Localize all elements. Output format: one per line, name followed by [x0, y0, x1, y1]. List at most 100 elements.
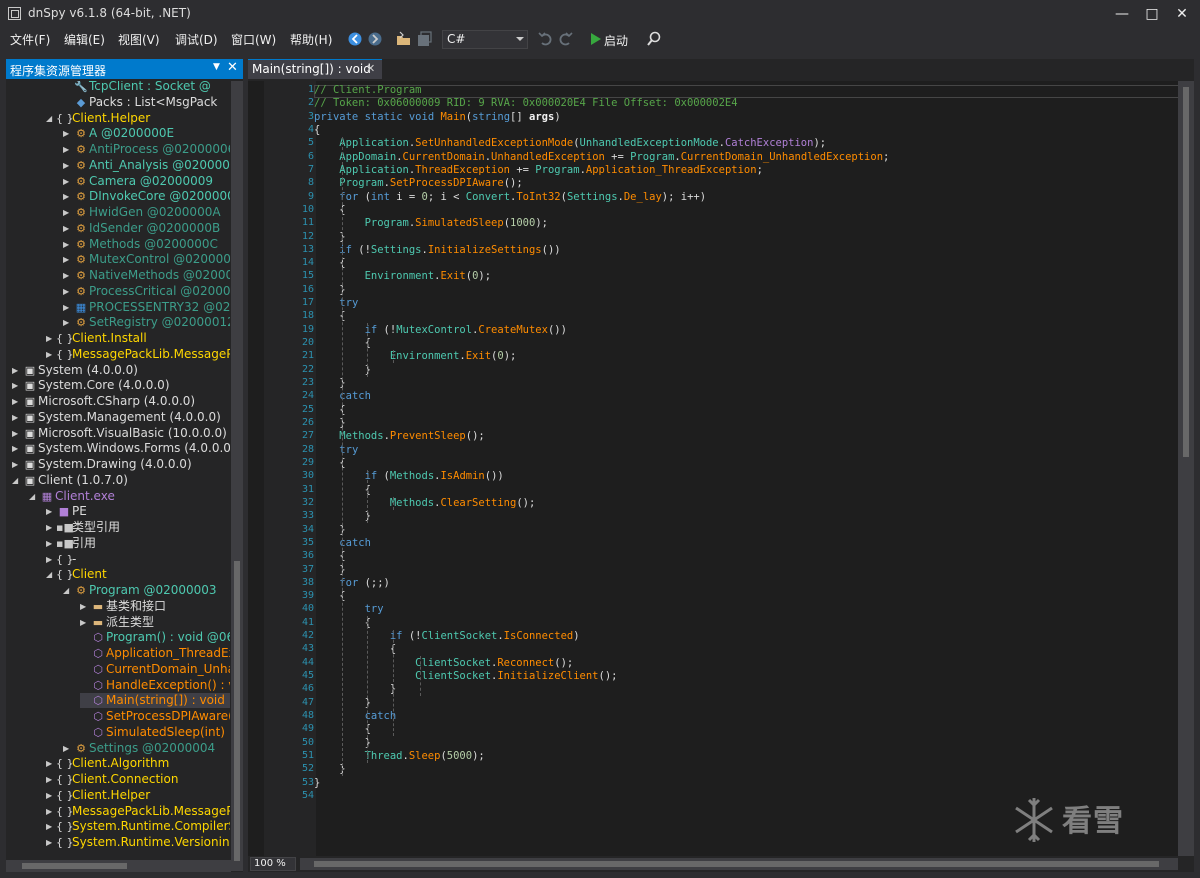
code-line[interactable]: {: [314, 309, 345, 323]
tree-node[interactable]: ▶{ }System.Runtime.CompilerSe: [46, 819, 230, 834]
back-icon[interactable]: [347, 29, 365, 49]
tree-node[interactable]: ▶{ }-: [46, 552, 230, 567]
scrollbar-thumb[interactable]: [1183, 87, 1189, 457]
expand-icon[interactable]: ▶: [12, 363, 22, 378]
expand-icon[interactable]: ▶: [46, 804, 56, 819]
tree-node[interactable]: ⬡ Application_ThreadEx: [80, 646, 230, 661]
tree-node[interactable]: ▶{ }MessagePackLib.MessageP: [46, 804, 230, 819]
forward-icon[interactable]: [367, 29, 385, 49]
expand-icon[interactable]: ▶: [63, 126, 73, 141]
menu-window[interactable]: 窗口(W): [231, 31, 276, 48]
tree-node[interactable]: ▶ ⚙ Settings @02000004: [63, 741, 230, 756]
tree-node[interactable]: ⬡ Program() : void @06: [80, 630, 230, 645]
tree-node[interactable]: ▶{ }MessagePackLib.MessageP: [46, 347, 230, 362]
expand-icon[interactable]: ▶: [12, 457, 22, 472]
tree-node[interactable]: ▶ ⚙ IdSender @0200000B: [63, 221, 230, 236]
tree-node[interactable]: ⬡ Main(string[]) : void: [80, 693, 230, 709]
maximize-icon[interactable]: □: [1140, 4, 1164, 24]
code-line[interactable]: {: [314, 203, 345, 217]
code-line[interactable]: if (!ClientSocket.IsConnected): [314, 629, 580, 643]
tree-node[interactable]: ▶ ■ PE: [46, 504, 230, 519]
code-line[interactable]: {: [314, 256, 345, 270]
expand-icon[interactable]: ▶: [63, 300, 73, 315]
code-line[interactable]: {: [314, 456, 345, 470]
tree-node[interactable]: ▶ ▣ Microsoft.VisualBasic (10.0.0.0): [12, 426, 230, 441]
editor-vertical-scrollbar[interactable]: [1178, 81, 1194, 856]
code-line[interactable]: }: [314, 776, 320, 790]
collapse-icon[interactable]: ◢: [46, 567, 56, 582]
expand-icon[interactable]: ▶: [46, 788, 56, 803]
tree-node[interactable]: ▶ ⚙ Anti_Analysis @0200000: [63, 158, 230, 173]
code-line[interactable]: ClientSocket.Reconnect();: [314, 656, 573, 670]
expand-icon[interactable]: ▶: [46, 552, 56, 567]
code-line[interactable]: try: [314, 443, 358, 457]
expand-icon[interactable]: ▶: [63, 174, 73, 189]
tree-node[interactable]: 🔧TcpClient : Socket @: [63, 81, 230, 94]
expand-icon[interactable]: ▶: [63, 252, 73, 267]
tree-node[interactable]: ▶ ⚙ HwidGen @0200000A: [63, 205, 230, 220]
code-line[interactable]: Environment.Exit(0);: [314, 269, 491, 283]
explorer-horizontal-scrollbar[interactable]: [6, 860, 231, 872]
code-line[interactable]: for (;;): [314, 576, 390, 590]
open-folder-icon[interactable]: [395, 29, 413, 49]
assembly-tree[interactable]: 🔧TcpClient : Socket @ ◆ Packs : List<MsgPa…: [6, 81, 230, 861]
tab-main-method[interactable]: Main(string[]) : void ✕: [248, 59, 382, 79]
code-line[interactable]: Application.ThreadException += Program.A…: [314, 163, 763, 177]
expand-icon[interactable]: ▶: [63, 268, 73, 283]
tree-node[interactable]: ▶{ }Client.Helper: [46, 788, 230, 803]
minimize-icon[interactable]: —: [1110, 4, 1134, 24]
code-line[interactable]: private static void Main(string[] args): [314, 110, 561, 124]
expand-icon[interactable]: ▶: [63, 237, 73, 252]
menu-debug[interactable]: 调试(D): [175, 31, 218, 48]
tree-node[interactable]: ⬡ SetProcessDPIAware(: [80, 709, 230, 724]
tab-close-icon[interactable]: ✕: [366, 62, 375, 75]
code-line[interactable]: }: [314, 523, 345, 537]
tree-node[interactable]: ▶ ▣ System.Drawing (4.0.0.0): [12, 457, 230, 472]
expand-icon[interactable]: ▶: [46, 819, 56, 834]
tree-node[interactable]: ▶ ▦ PROCESSENTRY32 @020: [63, 300, 230, 315]
tree-node[interactable]: ▶ ▣ Microsoft.CSharp (4.0.0.0): [12, 394, 230, 409]
code-line[interactable]: }: [314, 682, 396, 696]
code-line[interactable]: // Client.Program: [314, 83, 421, 97]
code-line[interactable]: ClientSocket.InitializeClient();: [314, 669, 617, 683]
code-line[interactable]: if (!Settings.InitializeSettings()): [314, 243, 560, 257]
tree-node[interactable]: ◢ ▦ Client.exe: [29, 489, 230, 504]
expand-icon[interactable]: ▶: [46, 756, 56, 771]
tree-node[interactable]: ◢{ }Client.Helper: [46, 111, 230, 126]
tree-node[interactable]: ▶ ▣ System.Management (4.0.0.0): [12, 410, 230, 425]
scrollbar-thumb[interactable]: [234, 561, 240, 861]
expand-icon[interactable]: ▶: [63, 142, 73, 157]
tree-node[interactable]: ▶ ▣ System (4.0.0.0): [12, 363, 230, 378]
zoom-select[interactable]: 100 %: [250, 857, 296, 871]
expand-icon[interactable]: ▶: [80, 615, 90, 630]
code-line[interactable]: {: [314, 403, 345, 417]
code-line[interactable]: {: [314, 642, 396, 656]
expand-icon[interactable]: ▶: [63, 741, 73, 756]
tree-node[interactable]: ▶ ▣ System.Windows.Forms (4.0.0.0): [12, 441, 230, 456]
tree-node[interactable]: ▶ ⚙ ProcessCritical @02000: [63, 284, 230, 299]
code-line[interactable]: for (int i = 0; i < Convert.ToInt32(Sett…: [314, 190, 706, 204]
tree-node[interactable]: ▶ ⚙ SetRegistry @02000012: [63, 315, 230, 330]
tree-node[interactable]: ▶{ }Client.Connection: [46, 772, 230, 787]
expand-icon[interactable]: ▶: [63, 284, 73, 299]
collapse-icon[interactable]: ◢: [29, 489, 39, 504]
language-select[interactable]: C#: [442, 30, 528, 49]
expand-icon[interactable]: ▶: [12, 441, 22, 456]
code-line[interactable]: }: [314, 563, 345, 577]
tree-node[interactable]: ▶ ⚙ AntiProcess @02000006: [63, 142, 230, 157]
expand-icon[interactable]: ▶: [46, 536, 56, 551]
expand-icon[interactable]: ▶: [46, 772, 56, 787]
tree-node[interactable]: ▶{ }Client.Install: [46, 331, 230, 346]
code-line[interactable]: Program.SetProcessDPIAware();: [314, 176, 522, 190]
code-line[interactable]: if (!MutexControl.CreateMutex()): [314, 323, 567, 337]
expand-icon[interactable]: ▶: [12, 410, 22, 425]
expand-icon[interactable]: ▶: [46, 347, 56, 362]
code-line[interactable]: try: [314, 602, 384, 616]
code-line[interactable]: try: [314, 296, 358, 310]
start-button-label[interactable]: 启动: [604, 32, 628, 49]
expand-icon[interactable]: ▶: [63, 315, 73, 330]
search-icon[interactable]: [645, 29, 663, 49]
tree-node[interactable]: ▶ ▬ 派生类型: [80, 615, 230, 630]
expand-icon[interactable]: ▶: [63, 221, 73, 236]
panel-menu-icon[interactable]: ▼: [213, 62, 220, 72]
